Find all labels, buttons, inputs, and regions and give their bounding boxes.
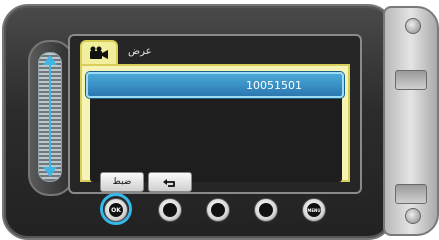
content-panel: 10051501	[80, 64, 350, 182]
hardware-button-2[interactable]	[158, 198, 182, 222]
tab-title: عرض	[128, 46, 152, 57]
hinge-latch	[395, 184, 427, 204]
ok-button[interactable]: OK	[104, 198, 128, 222]
ok-label: OK	[111, 206, 121, 214]
lcd-screen: عرض 10051501	[68, 34, 362, 194]
hardware-button-3[interactable]	[206, 198, 230, 222]
return-arrow-icon	[163, 179, 175, 187]
menu-label: MENU	[307, 207, 321, 213]
set-button[interactable]: ضبط	[100, 172, 144, 192]
back-button[interactable]	[148, 172, 192, 192]
lcd-hinge	[383, 6, 439, 236]
movie-camera-icon	[90, 46, 108, 59]
list-background	[90, 96, 342, 182]
screw-icon	[405, 18, 421, 34]
scroll-indicator	[49, 63, 51, 171]
selected-list-item[interactable]: 10051501	[86, 72, 344, 98]
menu-button[interactable]: MENU	[302, 198, 326, 222]
scroll-track[interactable]	[38, 52, 62, 182]
hardware-button-4[interactable]	[254, 198, 278, 222]
screw-icon	[405, 208, 421, 224]
tab-playback[interactable]	[80, 40, 118, 64]
hinge-latch	[395, 70, 427, 90]
arrow-down-icon	[43, 167, 57, 177]
